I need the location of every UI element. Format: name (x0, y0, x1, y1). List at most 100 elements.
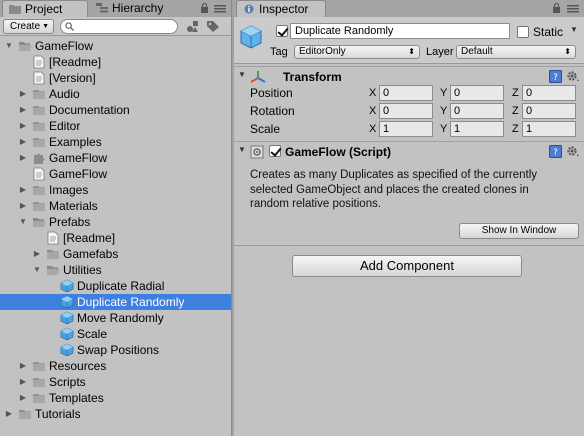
hierarchy-icon (96, 3, 108, 13)
search-input[interactable] (77, 21, 173, 32)
collapsed-arrow-icon[interactable]: ▶ (18, 374, 28, 390)
transform-y-field[interactable]: 0 (450, 85, 504, 101)
collapsed-arrow-icon[interactable]: ▶ (18, 390, 28, 406)
tree-item[interactable]: ▶ Templates (0, 390, 231, 406)
transform-title: Transform (283, 70, 342, 84)
fold-arrow-icon[interactable]: ▼ (238, 145, 246, 154)
expanded-arrow-icon[interactable]: ▼ (18, 214, 28, 230)
tree-item[interactable]: ▶ Documentation (0, 102, 231, 118)
tree-item[interactable]: ▶ Audio (0, 86, 231, 102)
collapsed-arrow-icon[interactable]: ▶ (4, 406, 14, 422)
transform-x-field[interactable]: 0 (379, 85, 433, 101)
tree-item[interactable]: GameFlow (0, 166, 231, 182)
collapsed-arrow-icon[interactable]: ▶ (18, 198, 28, 214)
tree-item[interactable]: ▼ Utilities (0, 262, 231, 278)
filter-by-label-icon[interactable] (206, 20, 220, 33)
show-in-window-button[interactable]: Show In Window (459, 223, 579, 239)
tree-item-label: GameFlow (49, 151, 108, 165)
panel-menu-icon[interactable] (567, 3, 579, 13)
caret-down-icon: ▼ (42, 23, 49, 30)
collapsed-arrow-icon[interactable]: ▶ (18, 182, 28, 198)
create-dropdown[interactable]: Create ▼ (3, 19, 54, 34)
tab-inspector[interactable]: Inspector (236, 0, 326, 17)
transform-z-field[interactable]: 0 (522, 85, 576, 101)
collapsed-arrow-icon[interactable]: ▶ (32, 246, 42, 262)
transform-y-field[interactable]: 1 (450, 121, 504, 137)
tab-hierarchy[interactable]: Hierarchy (90, 0, 190, 17)
collapsed-arrow-icon[interactable]: ▶ (18, 134, 28, 150)
tree-item[interactable]: ▼ Prefabs (0, 214, 231, 230)
panel-menu-icon[interactable] (214, 3, 226, 13)
tab-project[interactable]: Project (2, 0, 88, 17)
tree-item[interactable]: ▶ Examples (0, 134, 231, 150)
tree-item-label: GameFlow (35, 39, 94, 53)
tag-dropdown[interactable]: EditorOnly ⬍ (294, 45, 420, 59)
script-enabled-checkbox[interactable] (269, 145, 281, 157)
tree-item[interactable]: Scale (0, 326, 231, 342)
folder-icon (32, 87, 46, 101)
add-component-button[interactable]: Add Component (292, 255, 522, 277)
expanded-arrow-icon[interactable]: ▼ (4, 38, 14, 54)
tree-item[interactable]: Duplicate Radial (0, 278, 231, 294)
help-book-icon[interactable]: ? (549, 70, 562, 83)
layer-label: Layer (426, 46, 454, 58)
folder-icon (46, 247, 60, 261)
tree-item[interactable]: [Readme] (0, 230, 231, 246)
tree-item[interactable]: ▶ Editor (0, 118, 231, 134)
transform-z-field[interactable]: 1 (522, 121, 576, 137)
fold-arrow-icon[interactable]: ▼ (238, 70, 246, 79)
tree-item[interactable]: ▶ Gamefabs (0, 246, 231, 262)
help-book-icon[interactable]: ? (549, 145, 562, 158)
tree-item[interactable]: ▶ Tutorials (0, 406, 231, 422)
tree-item[interactable]: ▶ Scripts (0, 374, 231, 390)
tree-item-label: Utilities (63, 263, 102, 277)
collapsed-arrow-icon[interactable]: ▶ (18, 358, 28, 374)
tab-project-label: Project (25, 2, 63, 16)
left-tab-bar: Project Hierarchy (0, 0, 231, 17)
filter-by-type-icon[interactable] (186, 20, 200, 33)
transform-axes-icon (250, 71, 266, 83)
axis-label-y: Y (440, 123, 448, 135)
script-component-header[interactable]: ▼ GameFlow (Script) ? (234, 141, 584, 161)
transform-x-field[interactable]: 0 (379, 103, 433, 119)
tree-item[interactable]: Swap Positions (0, 342, 231, 358)
static-checkbox[interactable] (517, 26, 529, 38)
project-toolbar: Create ▼ (0, 17, 231, 36)
lock-icon[interactable] (552, 3, 561, 13)
transform-x-field[interactable]: 1 (379, 121, 433, 137)
search-field[interactable] (60, 19, 178, 34)
static-dropdown-caret-icon[interactable]: ▼ (570, 25, 578, 34)
tree-item[interactable]: ▶ Materials (0, 198, 231, 214)
tree-item[interactable]: [Readme] (0, 54, 231, 70)
active-checkbox[interactable] (276, 25, 288, 37)
transform-header[interactable]: ▼ Transform ? (234, 66, 584, 86)
create-label: Create (10, 21, 41, 32)
prefab-cube-icon (60, 327, 74, 341)
transform-row-label: Rotation (250, 104, 295, 118)
tree-item[interactable]: ▶ GameFlow (0, 150, 231, 166)
collapsed-arrow-icon[interactable]: ▶ (18, 86, 28, 102)
gear-icon[interactable] (566, 70, 580, 83)
folder-icon (32, 359, 46, 373)
prefab-cube-icon (60, 343, 74, 357)
collapsed-arrow-icon[interactable]: ▶ (18, 118, 28, 134)
transform-y-field[interactable]: 0 (450, 103, 504, 119)
collapsed-arrow-icon[interactable]: ▶ (18, 150, 28, 166)
tree-item[interactable]: Move Randomly (0, 310, 231, 326)
script-component-title: GameFlow (Script) (285, 145, 392, 159)
gear-icon[interactable] (566, 145, 580, 158)
tree-item[interactable]: ▶ Images (0, 182, 231, 198)
tree-item[interactable]: [Version] (0, 70, 231, 86)
object-name-field[interactable] (290, 23, 510, 39)
tree-item-label: Scripts (49, 375, 86, 389)
layer-dropdown[interactable]: Default ⬍ (456, 45, 576, 59)
tree-item-label: Scale (77, 327, 108, 341)
collapsed-arrow-icon[interactable]: ▶ (18, 102, 28, 118)
tree-item[interactable]: Duplicate Randomly (0, 294, 231, 310)
folder-icon (32, 391, 46, 405)
tree-item[interactable]: ▼ GameFlow (0, 38, 231, 54)
expanded-arrow-icon[interactable]: ▼ (32, 262, 42, 278)
tree-item[interactable]: ▶ Resources (0, 358, 231, 374)
lock-icon[interactable] (200, 3, 209, 13)
transform-z-field[interactable]: 0 (522, 103, 576, 119)
